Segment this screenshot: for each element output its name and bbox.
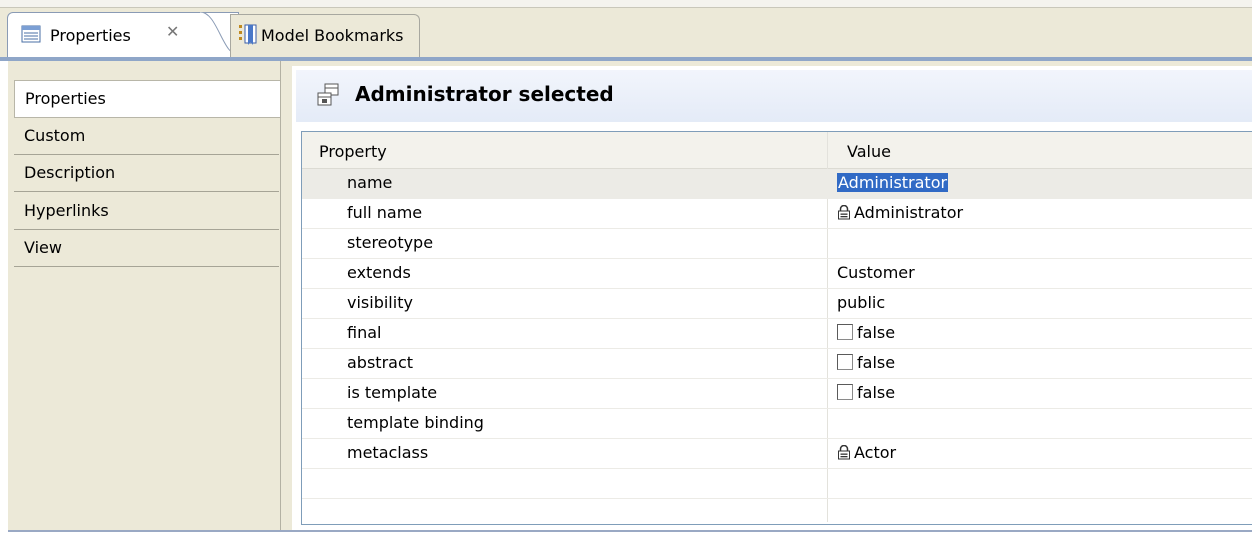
value-input[interactable]: Administrator bbox=[837, 173, 949, 192]
close-icon[interactable]: ✕ bbox=[166, 22, 179, 41]
table-row[interactable]: full name Administrator bbox=[302, 199, 1252, 229]
property-name: is template bbox=[347, 383, 438, 402]
sidebar-item-label: Properties bbox=[25, 89, 106, 108]
sidebar-item-label: Custom bbox=[24, 126, 86, 145]
table-row[interactable]: template binding bbox=[302, 409, 1252, 439]
property-name: name bbox=[347, 173, 393, 192]
table-row[interactable]: is template false bbox=[302, 379, 1252, 409]
sidebar-item-label: Description bbox=[24, 163, 116, 182]
property-name: stereotype bbox=[347, 233, 434, 252]
bookmarks-icon bbox=[237, 23, 259, 51]
checkbox-label: false bbox=[857, 353, 896, 372]
sidebar-item-hyperlinks[interactable]: Hyperlinks bbox=[14, 193, 279, 230]
property-name: abstract bbox=[347, 353, 414, 372]
table-row[interactable]: stereotype bbox=[302, 229, 1252, 259]
property-name: template binding bbox=[347, 413, 484, 432]
tab-model-bookmarks[interactable]: Model Bookmarks bbox=[230, 14, 420, 57]
column-header-property[interactable]: Property bbox=[319, 142, 387, 161]
tab-properties-label: Properties bbox=[50, 26, 131, 45]
page-title: Administrator selected bbox=[355, 82, 614, 106]
table-row[interactable]: metaclass Actor bbox=[302, 439, 1252, 469]
property-name: visibility bbox=[347, 293, 413, 312]
checkbox-label: false bbox=[857, 383, 896, 402]
property-value: Customer bbox=[837, 263, 915, 282]
class-element-icon bbox=[317, 83, 341, 107]
table-row[interactable]: final false bbox=[302, 319, 1252, 349]
final-checkbox[interactable] bbox=[837, 324, 853, 340]
table-row[interactable]: extends Customer bbox=[302, 259, 1252, 289]
property-value: Actor bbox=[837, 443, 896, 464]
checkbox-label: false bbox=[857, 323, 896, 342]
is-template-checkbox[interactable] bbox=[837, 384, 853, 400]
property-name: metaclass bbox=[347, 443, 429, 462]
property-value: public bbox=[837, 293, 886, 312]
property-name: extends bbox=[347, 263, 411, 282]
property-value-text: Administrator bbox=[854, 203, 964, 222]
table-row[interactable]: name Administrator bbox=[302, 169, 1252, 199]
tab-model-bookmarks-label: Model Bookmarks bbox=[261, 26, 404, 45]
abstract-checkbox[interactable] bbox=[837, 354, 853, 370]
table-row-empty bbox=[302, 469, 1252, 499]
property-value: false bbox=[837, 323, 895, 342]
table-row[interactable]: visibility public bbox=[302, 289, 1252, 319]
table-header: Property Value bbox=[302, 132, 1252, 169]
sidebar-item-view[interactable]: View bbox=[14, 230, 279, 267]
sidebar-item-label: View bbox=[24, 238, 62, 257]
sidebar-item-description[interactable]: Description bbox=[14, 155, 279, 192]
window-top-frame bbox=[0, 0, 1252, 8]
property-name: final bbox=[347, 323, 382, 342]
column-header-value[interactable]: Value bbox=[847, 142, 891, 161]
properties-view-icon bbox=[21, 25, 41, 47]
sidebar-item-properties[interactable]: Properties bbox=[14, 80, 280, 118]
property-value-text: Actor bbox=[854, 443, 897, 462]
sidebar-item-label: Hyperlinks bbox=[24, 201, 109, 220]
bottom-border bbox=[8, 530, 1252, 532]
table-row[interactable]: abstract false bbox=[302, 349, 1252, 379]
lock-icon bbox=[837, 444, 851, 464]
property-value: Administrator bbox=[837, 203, 963, 224]
sidebar-item-custom[interactable]: Custom bbox=[14, 118, 279, 155]
property-value: false bbox=[837, 353, 895, 372]
property-value: false bbox=[837, 383, 895, 402]
lock-icon bbox=[837, 204, 851, 224]
property-name: full name bbox=[347, 203, 423, 222]
